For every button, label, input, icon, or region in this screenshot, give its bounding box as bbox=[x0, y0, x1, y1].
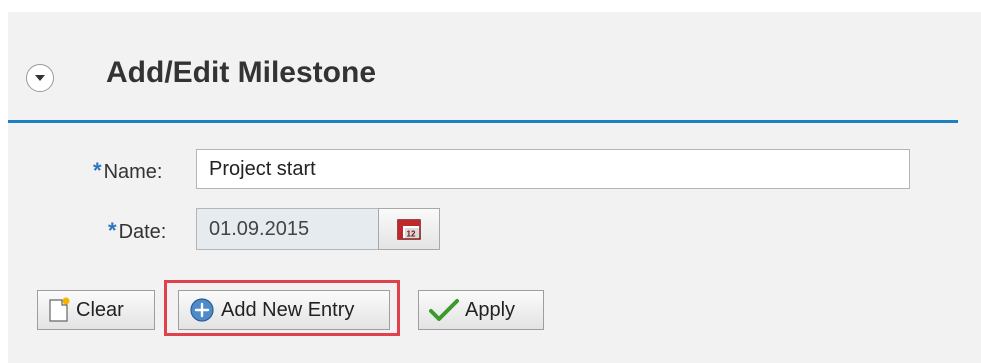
required-marker: * bbox=[108, 218, 117, 243]
clear-button[interactable]: Clear bbox=[37, 290, 155, 330]
checkmark-icon bbox=[429, 298, 459, 322]
add-new-entry-label: Add New Entry bbox=[221, 298, 355, 321]
clear-button-label: Clear bbox=[76, 298, 124, 321]
collapse-button[interactable] bbox=[26, 64, 54, 92]
svg-text:12: 12 bbox=[407, 230, 416, 239]
new-document-icon bbox=[48, 297, 70, 323]
calendar-button[interactable]: 12 bbox=[378, 208, 440, 250]
chevron-down-icon bbox=[34, 74, 46, 82]
date-label: Date: bbox=[118, 221, 167, 243]
date-label-row: * Date: bbox=[108, 218, 166, 244]
section-title: Add/Edit Milestone bbox=[106, 56, 376, 89]
apply-button-label: Apply bbox=[465, 298, 516, 321]
calendar-icon: 12 bbox=[397, 218, 421, 240]
date-input[interactable]: 01.09.2015 bbox=[196, 208, 379, 250]
plus-circle-icon bbox=[189, 297, 215, 323]
name-label: Name: bbox=[103, 161, 163, 183]
apply-button[interactable]: Apply bbox=[418, 290, 544, 330]
name-input[interactable]: Project start bbox=[196, 149, 910, 189]
section-header: Add/Edit Milestone bbox=[8, 12, 958, 123]
required-marker: * bbox=[93, 158, 102, 183]
name-label-row: * Name: bbox=[93, 158, 162, 184]
add-new-entry-button[interactable]: Add New Entry bbox=[178, 290, 390, 330]
